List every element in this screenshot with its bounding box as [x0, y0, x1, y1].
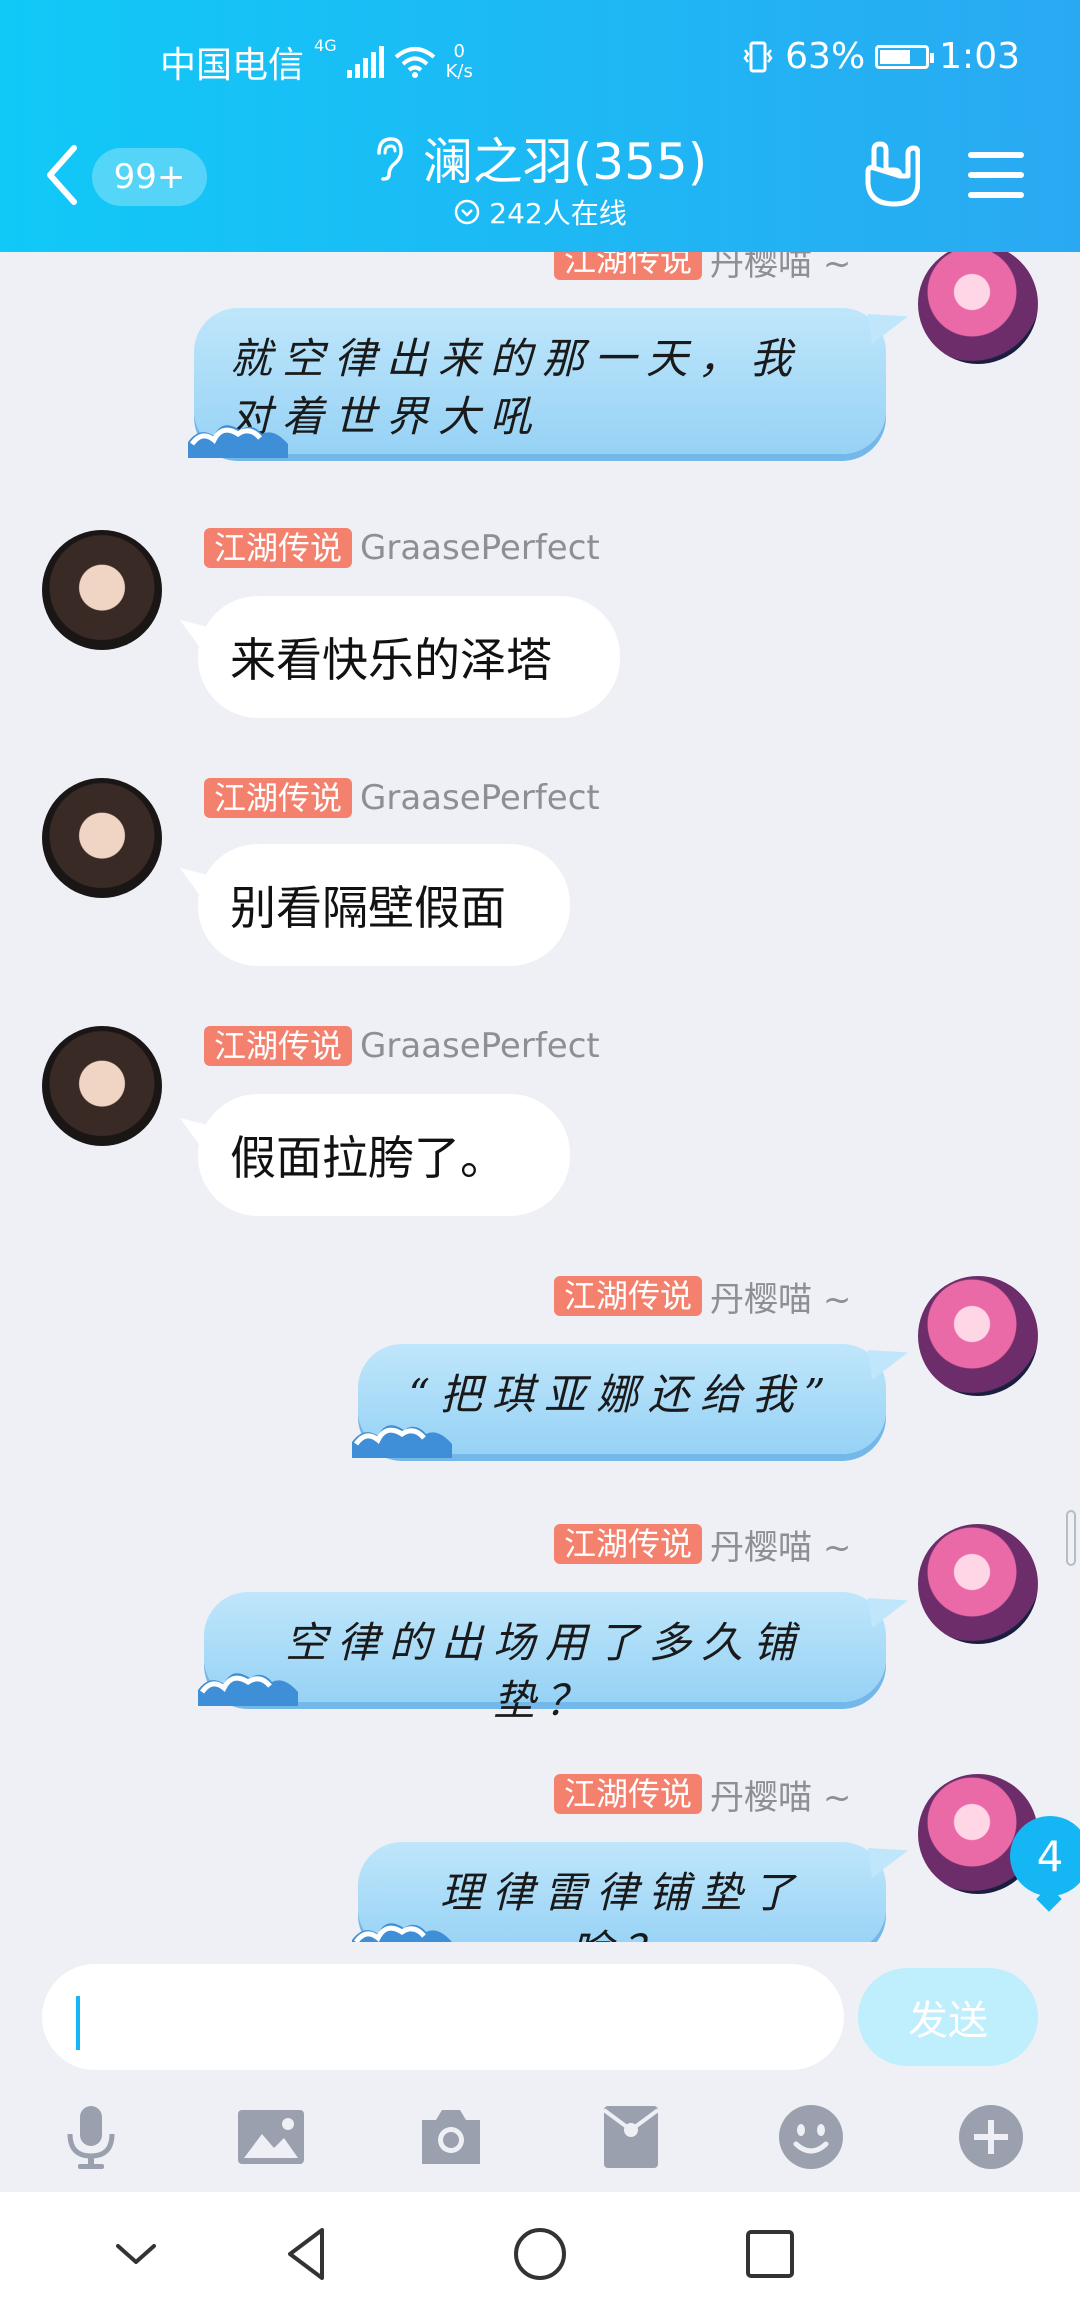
title-badge: 江湖传说 — [554, 1774, 703, 1814]
sender-name[interactable]: 丹樱喵 ~ — [710, 252, 851, 285]
network-type: 4G — [314, 36, 337, 55]
title-badge: 江湖传说 — [554, 1276, 703, 1316]
message-input[interactable] — [42, 1964, 844, 2070]
message-text: 就空律出来的那一天，我对着世界大吼 — [230, 334, 803, 441]
message-text: “把琪亚娜还给我” — [408, 1370, 836, 1419]
wave-decoration-icon — [352, 1923, 452, 1942]
message-bubble[interactable]: 假面拉胯了。 — [198, 1094, 570, 1216]
carrier-label: 中国电信 — [160, 45, 305, 86]
system-nav-bar — [0, 2192, 1080, 2310]
message-text: 假面拉胯了。 — [230, 1131, 506, 1185]
clock: 1:03 — [939, 36, 1020, 77]
message-bubble[interactable]: 来看快乐的泽塔 — [198, 596, 620, 718]
text-caret — [76, 1996, 80, 2050]
wave-decoration-icon — [188, 425, 288, 458]
message-text: 空律的出场用了多久铺垫？ — [284, 1618, 805, 1725]
avatar[interactable] — [918, 1276, 1038, 1396]
avatar[interactable] — [42, 1026, 162, 1146]
message-text: 理律雷律铺垫了啥？ — [439, 1868, 804, 1942]
avatar[interactable] — [42, 530, 162, 650]
ear-icon — [377, 137, 403, 181]
nav-back-icon[interactable] — [278, 2224, 338, 2284]
title-badge: 江湖传说 — [204, 1026, 353, 1066]
sender-meta: 江湖传说 GraasePerfect — [204, 1026, 600, 1066]
online-check-icon — [455, 199, 480, 225]
collapse-chevron-icon[interactable] — [106, 2224, 166, 2284]
nav-recents-icon[interactable] — [740, 2224, 800, 2284]
new-message-count-badge[interactable]: 4 — [1010, 1816, 1080, 1896]
microphone-icon[interactable] — [56, 2102, 126, 2172]
signal-icon — [346, 46, 384, 78]
online-text: 242人在线 — [489, 197, 627, 230]
wifi-icon — [394, 47, 435, 78]
wave-decoration-icon — [198, 1673, 298, 1706]
message-bubble[interactable]: “把琪亚娜还给我” — [352, 1344, 886, 1458]
net-speed-value: 0 — [453, 41, 465, 62]
sender-name[interactable]: GraasePerfect — [360, 528, 600, 568]
sender-meta: 江湖传说 GraasePerfect — [204, 778, 600, 818]
net-speed-unit: K/s — [445, 61, 473, 82]
sender-name[interactable]: GraasePerfect — [360, 778, 600, 818]
message-bubble[interactable]: 理律雷律铺垫了啥？ — [352, 1842, 886, 1942]
avatar[interactable] — [918, 1524, 1038, 1644]
sender-name[interactable]: 丹樱喵 ~ — [710, 1520, 851, 1569]
red-packet-icon[interactable] — [596, 2102, 666, 2172]
message-text: 来看快乐的泽塔 — [230, 633, 552, 687]
message-bubble[interactable]: 别看隔壁假面 — [198, 844, 570, 966]
title-badge: 江湖传说 — [204, 528, 353, 568]
send-button[interactable]: 发送 — [858, 1968, 1038, 2066]
sender-name[interactable]: 丹樱喵 ~ — [710, 1272, 851, 1321]
emoji-icon[interactable] — [776, 2102, 846, 2172]
title-badge: 江湖传说 — [204, 778, 353, 818]
message-text: 别看隔壁假面 — [230, 881, 506, 935]
sender-name[interactable]: 丹樱喵 ~ — [710, 1770, 851, 1819]
image-icon[interactable] — [236, 2102, 306, 2172]
chat-header: 中国电信 4G 0 K/s 63% 1:03 99+ 澜之羽(355) 242人… — [0, 0, 1080, 252]
sender-meta: 江湖传说 丹樱喵 ~ — [554, 1276, 851, 1320]
wave-decoration-icon — [352, 1425, 452, 1458]
avatar[interactable] — [42, 778, 162, 898]
scrollbar[interactable] — [1066, 1510, 1076, 1566]
sender-meta: 江湖传说 丹樱喵 ~ — [554, 252, 851, 284]
status-bar-left: 中国电信 4G 0 K/s — [160, 36, 473, 88]
vibrate-icon — [743, 41, 773, 72]
message-bubble[interactable]: 空律的出场用了多久铺垫？ — [198, 1592, 886, 1725]
message-bubble[interactable]: 就空律出来的那一天，我对着世界大吼 — [188, 308, 886, 458]
avatar[interactable] — [918, 252, 1038, 364]
sender-meta: 江湖传说 GraasePerfect — [204, 528, 600, 568]
title-badge: 江湖传说 — [554, 252, 703, 280]
camera-icon[interactable] — [416, 2102, 486, 2172]
message-list[interactable]: 江湖传说 丹樱喵 ~ 就空律出来的那一天，我对着世界大吼 江湖传说 Graase… — [0, 252, 1080, 1942]
sender-meta: 江湖传说 丹樱喵 ~ — [554, 1524, 851, 1568]
group-title: 澜之羽(355) — [422, 133, 708, 191]
net-speed: 0 K/s — [446, 42, 473, 82]
hand-gesture-icon[interactable] — [860, 140, 920, 210]
sender-name[interactable]: GraasePerfect — [360, 1026, 600, 1066]
plus-icon[interactable] — [956, 2102, 1026, 2172]
nav-home-icon[interactable] — [510, 2224, 570, 2284]
battery-icon — [875, 44, 935, 69]
sender-meta: 江湖传说 丹樱喵 ~ — [554, 1774, 851, 1818]
status-bar-right: 63% 1:03 — [741, 36, 1020, 77]
battery-percent: 63% — [785, 36, 866, 77]
menu-icon[interactable] — [968, 152, 1024, 198]
title-badge: 江湖传说 — [554, 1524, 703, 1564]
input-area: 发送 — [0, 1942, 1080, 2192]
